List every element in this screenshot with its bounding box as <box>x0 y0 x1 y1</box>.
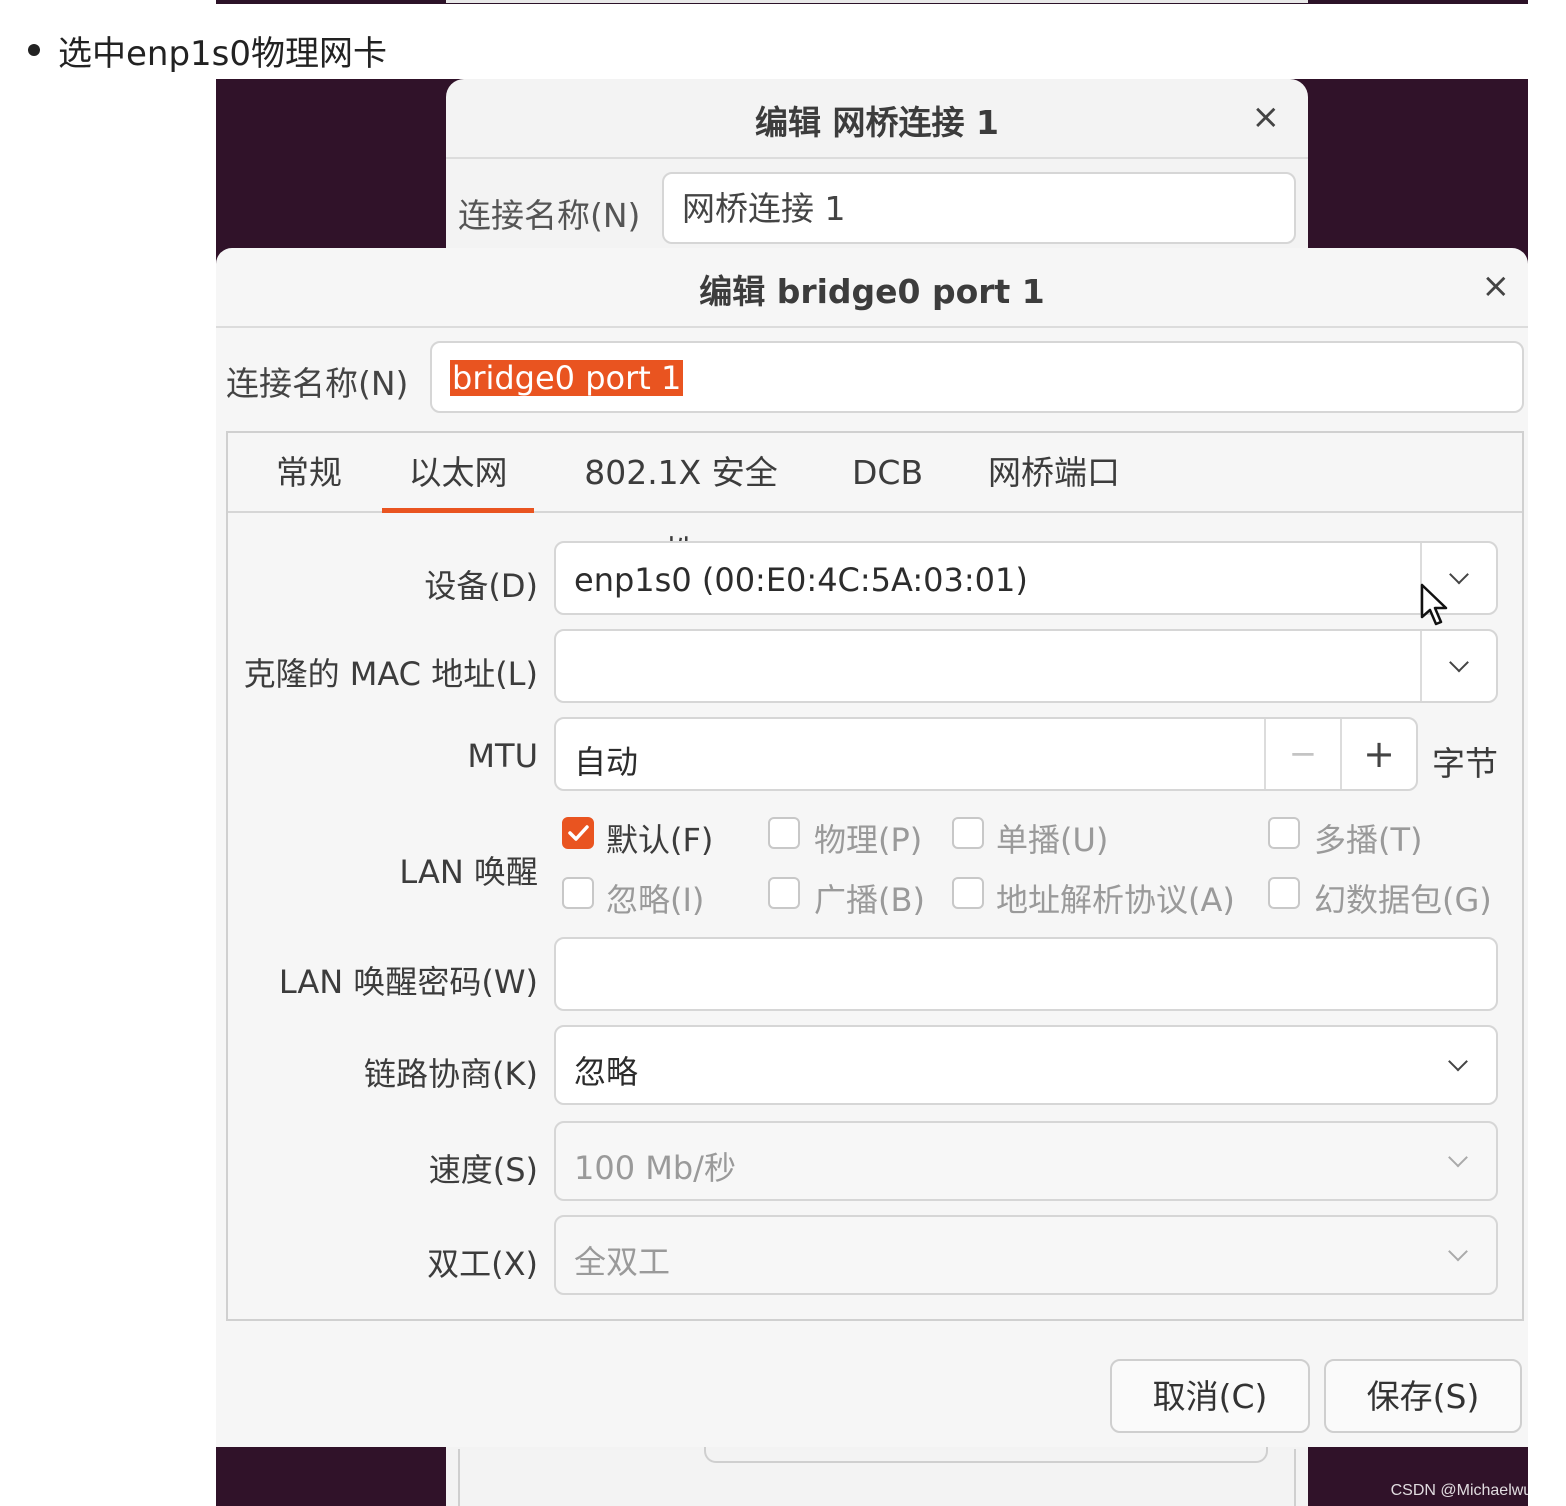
duplex-select[interactable]: 全双工 <box>554 1215 1498 1295</box>
back-dialog-close-icon[interactable]: × <box>1252 97 1281 137</box>
wol-phy-checkbox[interactable] <box>768 817 800 849</box>
wol-phy-label: 物理(P) <box>814 821 923 859</box>
link-negotiation-dropdown[interactable] <box>1420 1027 1496 1103</box>
wol-ignore-label: 忽略(I) <box>606 881 705 919</box>
wol-arp-checkbox[interactable] <box>952 877 984 909</box>
wake-on-lan-label: LAN 唤醒 <box>399 853 538 891</box>
connection-name-selected-text: bridge0 port 1 <box>450 359 684 397</box>
back-connection-name-label: 连接名称(N) <box>458 196 641 235</box>
bullet-dot <box>28 44 40 56</box>
tab-bar: 常规 以太网 802.1X 安全性 DCB 网桥端口 <box>228 433 1522 572</box>
mouse-cursor-icon <box>1420 583 1448 626</box>
dialog-title: 编辑 bridge0 port 1 <box>216 248 1528 328</box>
chevron-down-icon <box>1448 1241 1468 1262</box>
wol-password-input[interactable] <box>554 937 1498 1011</box>
speed-select[interactable]: 100 Mb/秒 <box>554 1121 1498 1201</box>
wol-multicast-label: 多播(T) <box>1314 821 1423 859</box>
watermark: CSDN @Michaelwubo <box>1390 1482 1550 1499</box>
edit-port-dialog: 编辑 bridge0 port 1 × 连接名称(N) bridge0 port… <box>216 248 1528 1447</box>
connection-name-label: 连接名称(N) <box>226 364 409 403</box>
mtu-unit-label: 字节 <box>1432 744 1498 783</box>
tab-8021x-security[interactable]: 802.1X 安全性 <box>576 433 786 572</box>
device-value: enp1s0 (00:E0:4C:5A:03:01) <box>574 561 1028 599</box>
back-dialog-title: 编辑 网桥连接 1 <box>446 79 1308 159</box>
link-negotiation-select[interactable]: 忽略 <box>554 1025 1498 1105</box>
close-icon[interactable]: × <box>1482 266 1511 306</box>
mtu-value: 自动 <box>574 743 639 781</box>
wol-broadcast-label: 广播(B) <box>814 881 925 919</box>
bullet-text: 选中enp1s0物理网卡 <box>58 34 388 74</box>
device-combobox[interactable]: enp1s0 (00:E0:4C:5A:03:01) <box>554 541 1498 626</box>
wol-magic-label: 幻数据包(G) <box>1314 881 1492 919</box>
wol-arp-label: 地址解析协议(A) <box>996 881 1235 919</box>
mtu-increment-button[interactable]: + <box>1340 719 1416 789</box>
tab-general[interactable]: 常规 <box>268 433 350 513</box>
mtu-spinbutton[interactable]: 自动 − + <box>554 717 1418 791</box>
desktop-screenshot: 编辑 网桥连接 1 × 连接名称(N) 网桥连接 1 编辑 bridge0 po… <box>216 79 1528 1506</box>
dialog-button-row: 取消(C) 保存(S) <box>216 1359 1528 1439</box>
wol-default-checkbox[interactable] <box>562 817 594 849</box>
speed-label: 速度(S) <box>428 1151 538 1189</box>
tab-dcb[interactable]: DCB <box>852 433 923 513</box>
device-label: 设备(D) <box>424 567 538 605</box>
tab-panel: 常规 以太网 802.1X 安全性 DCB 网桥端口 设备(D) enp1s0 … <box>226 431 1524 1321</box>
wol-multicast-checkbox[interactable] <box>1268 817 1300 849</box>
tab-bridge-port[interactable]: 网桥端口 <box>986 433 1122 513</box>
mtu-label: MTU <box>467 737 538 775</box>
duplex-label: 双工(X) <box>427 1245 538 1283</box>
wol-broadcast-checkbox[interactable] <box>768 877 800 909</box>
tab-ethernet[interactable]: 以太网 <box>382 433 534 513</box>
wol-unicast-label: 单播(U) <box>996 821 1109 859</box>
link-negotiation-label: 链路协商(K) <box>364 1055 538 1093</box>
back-connection-name-input[interactable]: 网桥连接 1 <box>662 172 1296 244</box>
chevron-down-icon <box>1449 564 1469 585</box>
speed-dropdown[interactable] <box>1420 1123 1496 1199</box>
duplex-value: 全双工 <box>574 1243 671 1281</box>
chevron-down-icon <box>1448 1147 1468 1168</box>
wol-default-label: 默认(F) <box>606 821 714 859</box>
chevron-down-icon <box>1448 1051 1468 1072</box>
previous-image-dialog-edge <box>446 0 1308 3</box>
duplex-dropdown[interactable] <box>1420 1217 1496 1293</box>
wol-ignore-checkbox[interactable] <box>562 877 594 909</box>
cancel-button[interactable]: 取消(C) <box>1110 1359 1310 1433</box>
cloned-mac-label: 克隆的 MAC 地址(L) <box>243 655 538 693</box>
save-button[interactable]: 保存(S) <box>1324 1359 1522 1433</box>
speed-value: 100 Mb/秒 <box>574 1149 736 1187</box>
chevron-down-icon <box>1449 652 1469 673</box>
checkmark-icon <box>568 825 589 841</box>
mtu-decrement-button[interactable]: − <box>1264 719 1340 789</box>
link-negotiation-value: 忽略 <box>574 1053 639 1091</box>
cloned-mac-combobox[interactable] <box>554 629 1498 703</box>
cloned-mac-dropdown-button[interactable] <box>1420 631 1496 701</box>
connection-name-input[interactable]: bridge0 port 1 <box>430 341 1524 413</box>
wol-password-label: LAN 唤醒密码(W) <box>278 963 538 1001</box>
wol-magic-checkbox[interactable] <box>1268 877 1300 909</box>
wol-unicast-checkbox[interactable] <box>952 817 984 849</box>
